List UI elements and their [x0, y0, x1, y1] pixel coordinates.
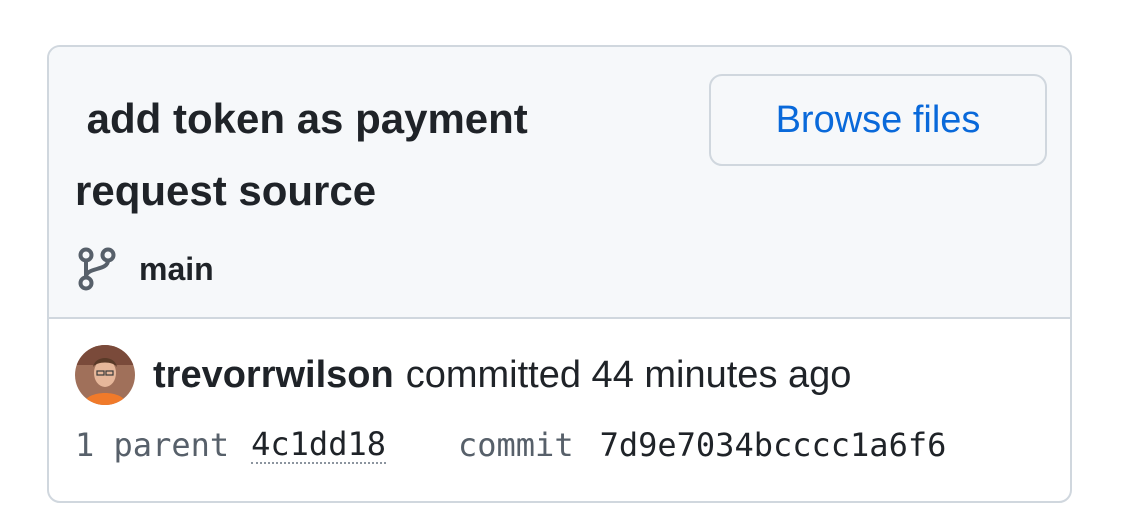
parent-count-label: 1 parent: [75, 426, 230, 464]
commit-sha: 7d9e7034bcccc1a6f6: [599, 426, 947, 464]
branch-indicator[interactable]: main: [77, 247, 214, 291]
commit-header: add token as payment request source Brow…: [49, 47, 1070, 319]
commit-card: add token as payment request source Brow…: [47, 45, 1072, 503]
branch-name: main: [139, 250, 214, 287]
avatar[interactable]: [75, 345, 135, 405]
browse-files-button[interactable]: Browse files: [709, 74, 1047, 166]
commit-author-row: trevorrwilson committed 44 minutes ago: [75, 345, 851, 405]
commit-time-text: committed 44 minutes ago: [405, 353, 852, 396]
git-branch-icon: [77, 247, 117, 291]
commit-title: add token as payment request source: [75, 95, 540, 214]
author-name-link[interactable]: trevorrwilson: [153, 354, 394, 397]
commit-meta-row: 1 parent 4c1dd18 commit 7d9e7034bcccc1a6…: [75, 425, 1050, 465]
parent-sha-link[interactable]: 4c1dd18: [251, 426, 386, 464]
commit-label: commit: [457, 426, 574, 464]
